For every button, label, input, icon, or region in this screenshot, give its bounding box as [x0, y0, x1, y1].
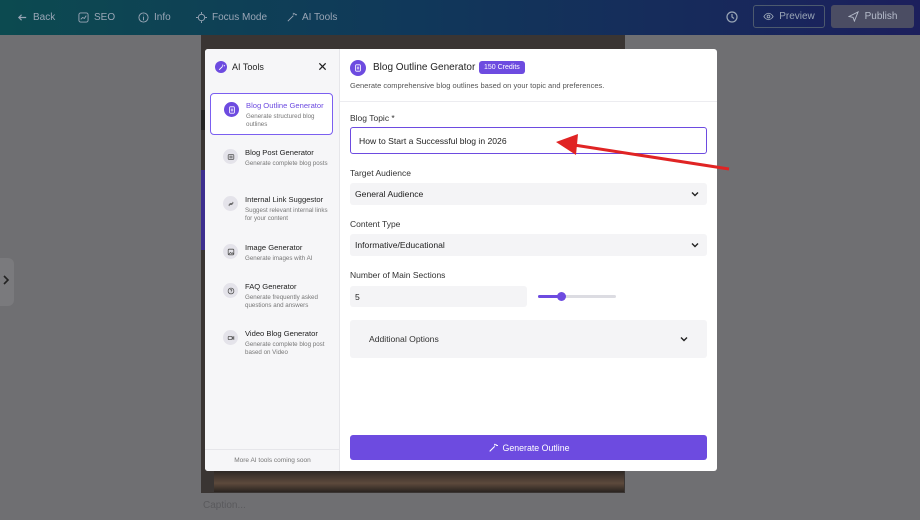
magic-wand-icon [488, 443, 498, 452]
chevron-right-icon [3, 275, 10, 285]
magic-wand-icon [215, 61, 227, 73]
content-type-select[interactable]: Informative/Educational [350, 234, 707, 256]
image-icon [223, 244, 238, 259]
sidebar-item-label: Video Blog Generator [245, 329, 318, 338]
sections-slider-thumb[interactable] [556, 292, 566, 301]
sidebar-item-image-generator[interactable]: Image Generator Generate images with AI [210, 236, 333, 278]
sidebar-item-faq-generator[interactable]: FAQ Generator Generate frequently asked … [210, 275, 333, 317]
generate-outline-button[interactable]: Generate Outline [350, 435, 707, 460]
generate-outline-label: Generate Outline [502, 442, 570, 453]
sidebar-item-desc: Generate complete blog posts [245, 160, 328, 167]
document-icon [224, 102, 239, 117]
info-button[interactable]: Info [138, 0, 171, 35]
preview-label: Preview [779, 11, 815, 22]
chevron-down-icon [680, 337, 688, 342]
publish-button[interactable]: Publish [831, 5, 914, 28]
back-label: Back [33, 12, 56, 23]
focus-mode-button[interactable]: Focus Mode [196, 0, 267, 35]
chart-icon [78, 12, 89, 23]
sidebar-item-label: Internal Link Suggestor [245, 195, 324, 204]
video-icon [223, 330, 238, 345]
sidebar-title: AI Tools [232, 62, 264, 72]
seo-label: SEO [94, 12, 116, 23]
sections-slider[interactable] [538, 292, 616, 301]
target-audience-select[interactable]: General Audience [350, 183, 707, 205]
content-type-value: Informative/Educational [355, 240, 445, 250]
close-icon[interactable] [318, 62, 327, 71]
sidebar-item-label: FAQ Generator [245, 282, 297, 291]
sidebar-item-desc: Generate complete blog post based on Vid… [245, 341, 325, 356]
target-audience-value: General Audience [355, 189, 424, 199]
sidebar-item-desc: Suggest relevant internal links for your… [245, 207, 328, 222]
article-icon [223, 149, 238, 164]
sidebar-item-blog-outline-generator[interactable]: Blog Outline Generator Generate structur… [210, 93, 333, 135]
send-icon [847, 11, 859, 22]
eye-icon [763, 11, 774, 22]
ai-tools-sidebar: AI Tools Blog Outline Generator Generate… [205, 49, 340, 471]
top-toolbar: Back SEO Info Focus Mode AI Tools Previe… [0, 0, 920, 35]
additional-options-accordion[interactable]: Additional Options [350, 320, 707, 358]
tool-panel: Blog Outline Generator 150 Credits Gener… [340, 49, 717, 471]
info-label: Info [154, 12, 171, 23]
seo-button[interactable]: SEO [78, 0, 115, 35]
sidebar-item-video-blog-generator[interactable]: Video Blog Generator Generate complete b… [210, 322, 333, 364]
sections-input[interactable]: 5 [350, 286, 527, 307]
info-icon [138, 12, 149, 23]
target-audience-label: Target Audience [350, 168, 411, 178]
sidebar-item-desc: Generate structured blog outlines [246, 113, 315, 128]
chevron-down-icon [691, 192, 699, 197]
magic-wand-icon [286, 12, 297, 23]
sidebar-item-desc: Generate images with AI [245, 255, 313, 262]
preview-button[interactable]: Preview [753, 5, 825, 28]
tool-subtitle: Generate comprehensive blog outlines bas… [350, 81, 605, 90]
sidebar-item-blog-post-generator[interactable]: Blog Post Generator Generate complete bl… [210, 141, 333, 183]
publish-label: Publish [864, 11, 898, 22]
blog-topic-input[interactable]: How to Start a Successful blog in 2026 [350, 127, 707, 154]
sidebar-footer: More AI tools coming soon [205, 449, 340, 471]
additional-options-label: Additional Options [369, 334, 439, 344]
editor-photo [214, 470, 624, 492]
sidebar-item-desc: Generate frequently asked questions and … [245, 294, 318, 309]
sections-label: Number of Main Sections [350, 270, 446, 280]
ai-tools-modal: AI Tools Blog Outline Generator Generate… [205, 49, 717, 471]
back-button[interactable]: Back [17, 0, 55, 35]
tool-header: Blog Outline Generator 150 Credits Gener… [340, 49, 717, 102]
image-caption[interactable]: Caption... [203, 500, 246, 511]
sidebar-item-label: Blog Post Generator [245, 148, 314, 157]
ai-tools-label: AI Tools [302, 12, 338, 23]
focus-icon [196, 12, 207, 23]
arrow-left-icon [17, 12, 28, 23]
ai-tools-button[interactable]: AI Tools [286, 0, 337, 35]
credits-badge: 150 Credits [479, 61, 525, 74]
document-icon [350, 60, 366, 76]
tool-title: Blog Outline Generator [373, 62, 476, 73]
blog-topic-label: Blog Topic * [350, 113, 395, 123]
sidebar-item-internal-link-suggestor[interactable]: Internal Link Suggestor Suggest relevant… [210, 188, 333, 230]
link-icon [223, 196, 238, 211]
focus-mode-label: Focus Mode [212, 12, 268, 23]
sidebar-item-label: Blog Outline Generator [246, 101, 324, 110]
history-icon[interactable] [725, 10, 739, 24]
content-type-label: Content Type [350, 219, 401, 229]
chevron-down-icon [691, 243, 699, 248]
help-icon [223, 283, 238, 298]
sidebar-item-label: Image Generator [245, 243, 303, 252]
